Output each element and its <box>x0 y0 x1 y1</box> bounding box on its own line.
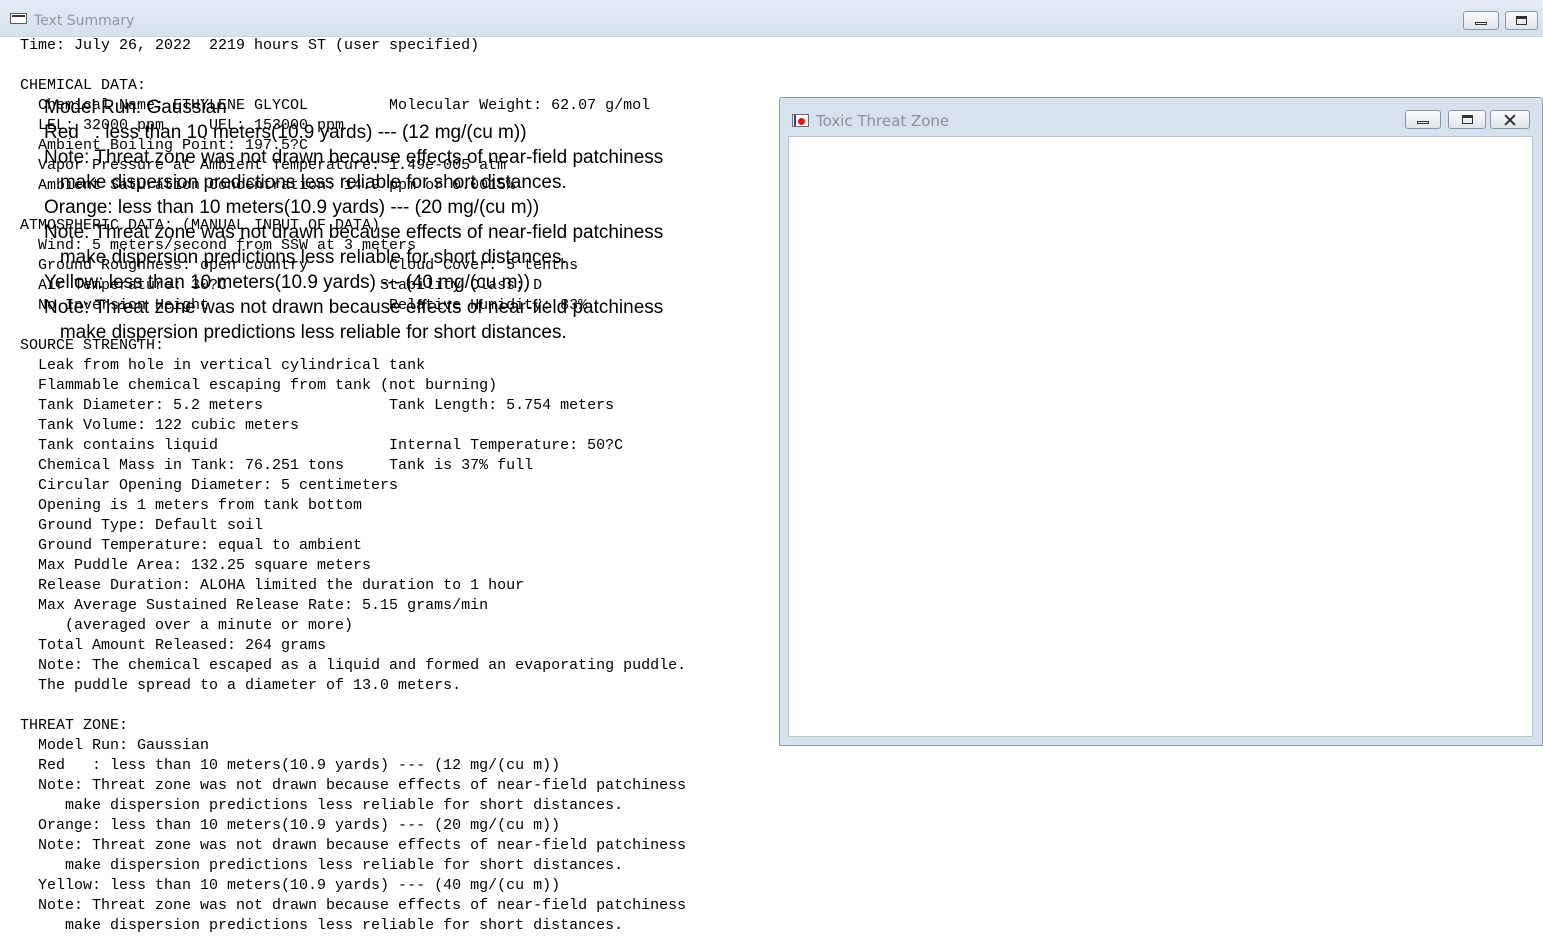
maximize-icon <box>1516 16 1527 25</box>
summary-line: Tank Volume: 122 cubic meters <box>20 417 300 434</box>
summary-line: Opening is 1 meters from tank bottom <box>20 497 363 514</box>
threat-zone-line: make dispersion predictions less reliabl… <box>44 322 567 343</box>
summary-line: Total Amount Released: 264 grams <box>20 637 327 654</box>
threat-zone-line: Note: Threat zone was not drawn because … <box>44 147 664 168</box>
main-maximize-button[interactable] <box>1505 11 1538 30</box>
summary-line: CHEMICAL DATA: <box>20 77 147 94</box>
close-icon <box>1504 114 1516 126</box>
summary-line: Release Duration: ALOHA limited the dura… <box>20 577 525 594</box>
threat-window-title: Toxic Threat Zone <box>816 112 950 130</box>
summary-line: Note: Threat zone was not drawn because … <box>20 897 687 914</box>
text-window-icon <box>10 13 27 24</box>
summary-line: Flammable chemical escaping from tank (n… <box>20 377 498 394</box>
summary-line: Orange: less than 10 meters(10.9 yards) … <box>20 817 561 834</box>
summary-line: Note: The chemical escaped as a liquid a… <box>20 657 687 674</box>
summary-line: make dispersion predictions less reliabl… <box>20 857 624 874</box>
threat-zone-line: make dispersion predictions less reliabl… <box>44 172 567 193</box>
minimize-icon <box>1417 120 1429 124</box>
summary-line: Max Puddle Area: 132.25 square meters <box>20 557 372 574</box>
summary-line: Max Average Sustained Release Rate: 5.15… <box>20 597 489 614</box>
summary-line <box>20 56 686 76</box>
minimize-icon <box>1475 21 1487 25</box>
main-window-title-bar[interactable]: Text Summary <box>0 0 1543 37</box>
threat-zone-line: Orange: less than 10 meters(10.9 yards) … <box>44 197 540 218</box>
summary-line: Tank Diameter: 5.2 meters Tank Length: 5… <box>20 397 615 414</box>
threat-zone-line: Note: Threat zone was not drawn because … <box>44 297 664 318</box>
summary-line: make dispersion predictions less reliabl… <box>20 797 624 814</box>
threat-zone-line: Red : less than 10 meters(10.9 yards) --… <box>44 122 527 143</box>
summary-line: Note: Threat zone was not drawn because … <box>20 777 687 794</box>
summary-line: Ground Type: Default soil <box>20 517 264 534</box>
main-window-title: Text Summary <box>34 13 135 29</box>
threat-zone-line: make dispersion predictions less reliabl… <box>44 247 567 268</box>
summary-line: Chemical Mass in Tank: 76.251 tons Tank … <box>20 457 534 474</box>
threat-zone-line: Model Run: Gaussian <box>44 97 227 118</box>
toxic-threat-zone-window[interactable]: Toxic Threat Zone <box>779 97 1543 746</box>
threat-zone-line: Note: Threat zone was not drawn because … <box>44 222 664 243</box>
threat-maximize-button[interactable] <box>1448 110 1486 129</box>
summary-line: Tank contains liquid Internal Temperatur… <box>20 437 624 454</box>
maximize-icon <box>1461 115 1473 124</box>
threat-close-button[interactable] <box>1490 110 1530 129</box>
summary-line: The puddle spread to a diameter of 13.0 … <box>20 677 462 694</box>
summary-line: Model Run: Gaussian <box>20 737 210 754</box>
threat-zone-app-icon <box>792 114 809 127</box>
summary-line: THREAT ZONE: <box>20 717 129 734</box>
threat-zone-line: Yellow: less than 10 meters(10.9 yards) … <box>44 272 531 293</box>
summary-line: Time: July 26, 2022 2219 hours ST (user … <box>20 37 480 54</box>
summary-line: Ground Temperature: equal to ambient <box>20 537 363 554</box>
summary-line <box>20 696 686 716</box>
summary-line: (averaged over a minute or more) <box>20 617 354 634</box>
main-minimize-button[interactable] <box>1463 11 1499 30</box>
threat-zone-content: Model Run: Gaussian Red : less than 10 me… <box>44 95 663 345</box>
threat-zone-client-area <box>788 136 1533 737</box>
summary-line: Note: Threat zone was not drawn because … <box>20 837 687 854</box>
summary-line: make dispersion predictions less reliabl… <box>20 917 624 934</box>
summary-line: Yellow: less than 10 meters(10.9 yards) … <box>20 877 561 894</box>
threat-minimize-button[interactable] <box>1405 110 1441 129</box>
summary-line: Red : less than 10 meters(10.9 yards) --… <box>20 757 561 774</box>
summary-line: Leak from hole in vertical cylindrical t… <box>20 357 426 374</box>
summary-line: Circular Opening Diameter: 5 centimeters <box>20 477 399 494</box>
